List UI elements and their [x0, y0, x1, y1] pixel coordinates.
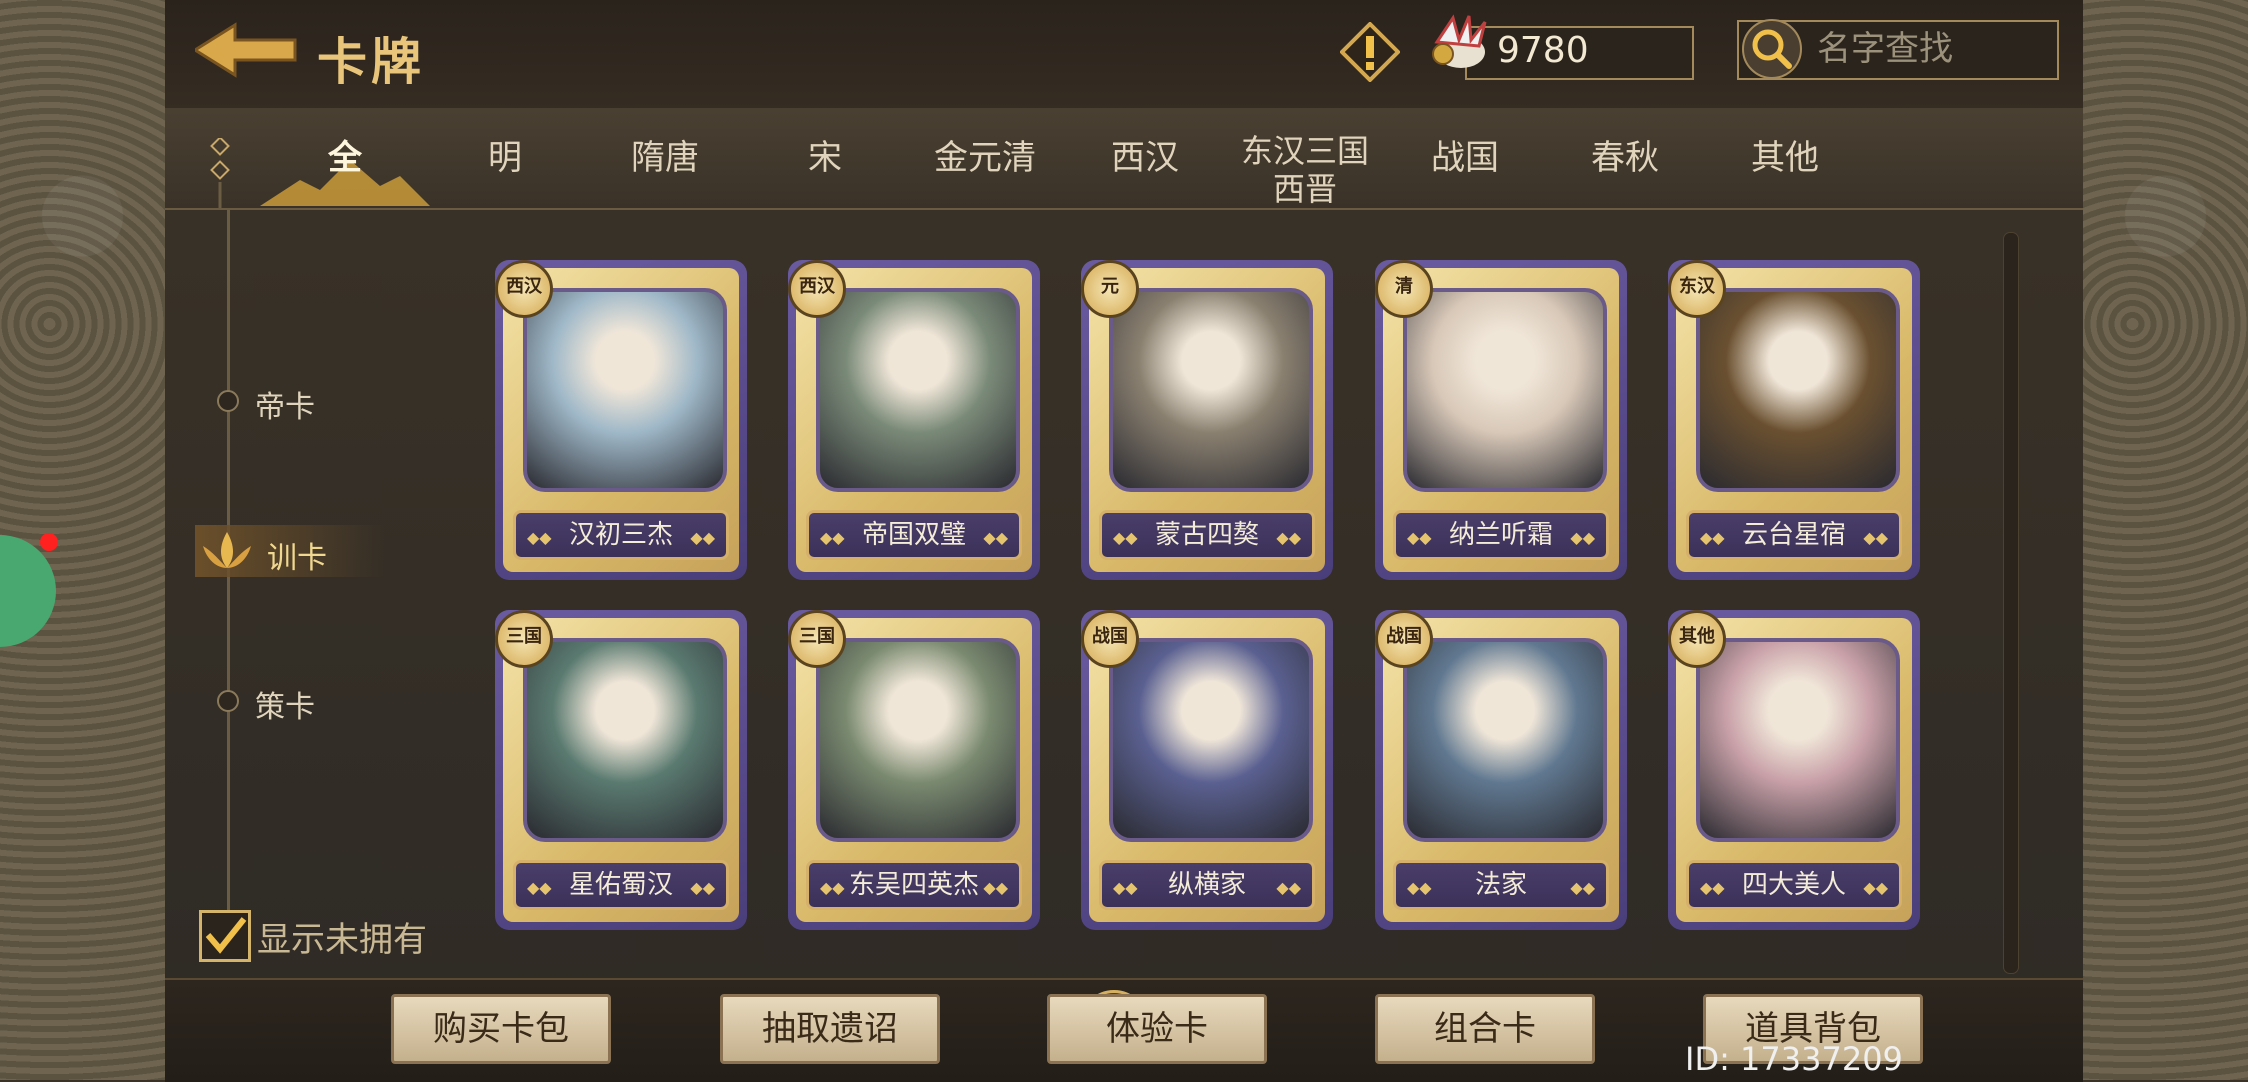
- exclamation-icon: [1339, 21, 1401, 83]
- card-name: 汉初三杰: [568, 520, 673, 550]
- back-button[interactable]: [192, 20, 305, 80]
- grid-scrollbar[interactable]: [2003, 232, 2019, 974]
- card-portrait: [1403, 288, 1607, 492]
- card-name: 纵横家: [1167, 870, 1246, 900]
- hero-card[interactable]: 西汉 ◆◆ ◆◆ 帝国双璧: [788, 260, 1040, 580]
- tab-donghan-sanguo-xijin[interactable]: 东汉三国 西晋: [1225, 120, 1385, 220]
- hero-card[interactable]: 其他 ◆◆ ◆◆ 四大美人: [1668, 610, 1920, 930]
- card-portrait: [523, 288, 727, 492]
- card-portrait: [816, 638, 1020, 842]
- era-badge: 东汉: [1668, 260, 1726, 318]
- tab-ming[interactable]: 明: [425, 108, 585, 208]
- card-panel: 卡牌 9780 名字查找 全 明 隋唐 宋 金元清 西汉 东汉三国 西晋 战国 …: [165, 0, 2083, 1082]
- card-name: 四大美人: [1741, 870, 1846, 900]
- draw-edict-button[interactable]: 抽取遗诏: [720, 994, 940, 1064]
- card-portrait: [1109, 638, 1313, 842]
- era-badge: 西汉: [495, 260, 553, 318]
- card-portrait: [1109, 288, 1313, 492]
- search-icon[interactable]: [1741, 18, 1803, 80]
- checkmark-icon: [205, 917, 247, 954]
- right-ornament-border: [2077, 0, 2248, 1080]
- show-unowned-checkbox[interactable]: [199, 910, 251, 962]
- era-badge: 战国: [1375, 610, 1433, 668]
- category-dot: [217, 390, 239, 412]
- search-input[interactable]: [1815, 26, 2049, 72]
- category-dot: [217, 690, 239, 712]
- tab-suitang[interactable]: 隋唐: [585, 108, 745, 208]
- card-portrait: [1403, 638, 1607, 842]
- tab-other[interactable]: 其他: [1705, 108, 1865, 208]
- card-name: 星佑蜀汉: [568, 870, 673, 900]
- category-training[interactable]: 训卡: [267, 533, 327, 577]
- hero-card[interactable]: 元 ◆◆ ◆◆ 蒙古四獒: [1081, 260, 1333, 580]
- card-name: 云台星宿: [1741, 520, 1846, 550]
- hero-card[interactable]: 战国 ◆◆ ◆◆ 法家: [1375, 610, 1627, 930]
- user-id: ID: 17337209: [1685, 1040, 1903, 1078]
- category-timeline: [227, 210, 230, 950]
- tab-jinyuanqing[interactable]: 金元清: [905, 108, 1065, 208]
- page-title: 卡牌: [317, 33, 425, 91]
- era-badge: 三国: [495, 610, 553, 668]
- era-badge: 其他: [1668, 610, 1726, 668]
- tab-zhanguo[interactable]: 战国: [1385, 108, 1545, 208]
- hero-card[interactable]: 三国 ◆◆ ◆◆ 东吴四英杰: [788, 610, 1040, 930]
- card-name: 法家: [1474, 870, 1527, 900]
- notification-dot: [40, 533, 58, 551]
- tab-song[interactable]: 宋: [745, 108, 905, 208]
- category-emperor[interactable]: 帝卡: [255, 382, 315, 426]
- buy-pack-button[interactable]: 购买卡包: [391, 994, 611, 1064]
- lotus-icon: [197, 528, 257, 574]
- hero-card[interactable]: 西汉 ◆◆ ◆◆ 汉初三杰: [495, 260, 747, 580]
- card-name: 蒙古四獒: [1154, 520, 1259, 550]
- card-portrait: [816, 288, 1020, 492]
- era-badge: 元: [1081, 260, 1139, 318]
- tab-all[interactable]: 全: [265, 108, 425, 208]
- hero-card[interactable]: 东汉 ◆◆ ◆◆ 云台星宿: [1668, 260, 1920, 580]
- card-name: 帝国双璧: [861, 520, 966, 550]
- tab-xihan[interactable]: 西汉: [1065, 108, 1225, 208]
- tab-chunqiu[interactable]: 春秋: [1545, 108, 1705, 208]
- currency-value: 9780: [1497, 30, 1589, 71]
- card-name: 东吴四英杰: [848, 870, 979, 900]
- era-badge: 清: [1375, 260, 1433, 318]
- card-portrait: [1696, 638, 1900, 842]
- hero-card[interactable]: 战国 ◆◆ ◆◆ 纵横家: [1081, 610, 1333, 930]
- era-badge: 三国: [788, 610, 846, 668]
- category-strategy[interactable]: 策卡: [255, 682, 315, 726]
- era-badge: 西汉: [788, 260, 846, 318]
- arrow-left-icon: [192, 22, 297, 78]
- card-name: 纳兰听霜: [1448, 520, 1553, 550]
- tab-ornament: [205, 136, 235, 208]
- trial-card-button[interactable]: 体验卡: [1047, 994, 1267, 1064]
- card-portrait: [1696, 288, 1900, 492]
- tab-label-line2: 西晋: [1272, 170, 1337, 208]
- card-portrait: [523, 638, 727, 842]
- feather-currency-icon: [1423, 12, 1493, 78]
- tab-label-line1: 东汉三国: [1240, 132, 1369, 170]
- hero-card[interactable]: 三国 ◆◆ ◆◆ 星佑蜀汉: [495, 610, 747, 930]
- warning-button[interactable]: [1339, 21, 1401, 83]
- hero-card[interactable]: 清 ◆◆ ◆◆ 纳兰听霜: [1375, 260, 1627, 580]
- combo-card-button[interactable]: 组合卡: [1375, 994, 1595, 1064]
- left-ornament-border: [0, 0, 171, 1080]
- era-badge: 战国: [1081, 610, 1139, 668]
- show-unowned-label: 显示未拥有: [257, 920, 427, 960]
